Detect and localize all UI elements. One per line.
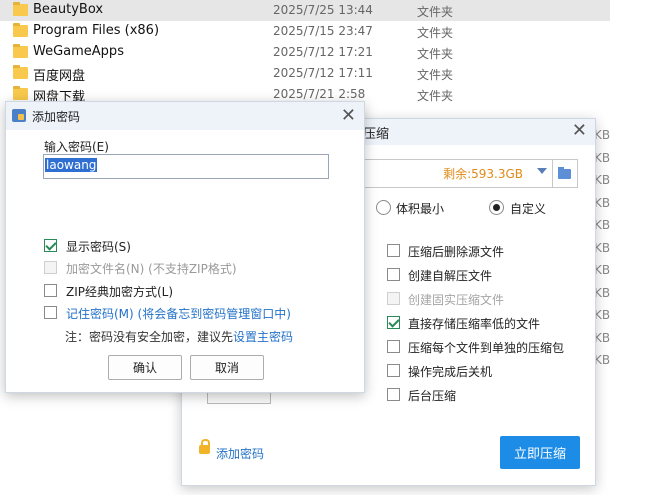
file-name: Program Files (x86) [33, 23, 160, 38]
file-size: KB [594, 195, 611, 210]
close-icon[interactable]: ✕ [572, 120, 587, 141]
password-dialog-title: 添加密码 [32, 110, 81, 124]
option-label: 压缩每个文件到单独的压缩包 [408, 341, 565, 355]
file-date: 2025/7/12 17:21 [273, 45, 373, 59]
file-size: KB [594, 308, 611, 322]
option-label: 创建固实压缩文件 [408, 293, 505, 307]
option-label: 直接存储压缩率低的文件 [408, 317, 541, 331]
separate-archives-checkbox[interactable] [387, 340, 400, 353]
ok-button[interactable]: 确认 [108, 355, 182, 380]
option-label: 记住密码(M) (将会备忘到密码管理窗口中) [66, 307, 291, 321]
file-size: KB [594, 150, 611, 165]
file-size: KB [594, 240, 611, 255]
file-size: KB [594, 285, 611, 300]
start-compress-button[interactable]: 立即压缩 [500, 436, 580, 469]
file-row[interactable]: WeGameApps 2025/7/12 17:21 文件夹 [0, 42, 610, 63]
mode-min-label: 体积最小 [396, 202, 445, 216]
folder-icon [558, 167, 571, 179]
browse-folder-button[interactable] [552, 160, 577, 187]
file-size: KB [594, 330, 611, 345]
file-type: 文件夹 [417, 5, 454, 19]
app-icon [12, 109, 26, 122]
file-type: 文件夹 [417, 47, 454, 61]
option-label: 创建自解压文件 [408, 269, 493, 283]
show-password-checkbox[interactable] [44, 239, 57, 252]
add-password-link[interactable]: 添加密码 [216, 445, 264, 462]
option-label: 后台压缩 [408, 389, 457, 403]
file-list: BeautyBox 2025/7/25 13:44 文件夹 Program Fi… [0, 0, 610, 105]
file-date: 2025/7/15 23:47 [273, 24, 373, 38]
solid-archive-checkbox [387, 292, 400, 305]
option-label: 显示密码(S) [66, 240, 131, 254]
file-size: KB [594, 128, 611, 142]
file-row[interactable]: Program Files (x86) 2025/7/15 23:47 文件夹 [0, 21, 610, 42]
option-label: 压缩后删除源文件 [408, 245, 505, 259]
folder-icon [13, 23, 28, 37]
password-value: laowang [45, 158, 98, 172]
cancel-button[interactable]: 取消 [190, 355, 264, 380]
password-input-label: 输入密码(E) [44, 140, 109, 154]
mode-custom-radio[interactable] [489, 200, 504, 215]
note-text: 注：密码没有安全加密，建议先 [65, 330, 234, 344]
file-type: 文件夹 [417, 26, 454, 40]
remember-password-checkbox[interactable] [44, 306, 57, 319]
delete-source-checkbox[interactable] [387, 244, 400, 257]
free-space-label: 剩余:593.3GB [443, 167, 523, 181]
password-note: 注：密码没有安全加密，建议先设置主密码 [65, 328, 293, 345]
folder-icon [13, 65, 28, 79]
store-low-ratio-checkbox[interactable] [387, 316, 400, 329]
folder-icon [13, 2, 28, 16]
password-input[interactable]: laowang [43, 154, 329, 179]
file-row[interactable]: BeautyBox 2025/7/25 13:44 文件夹 [0, 0, 610, 21]
file-date: 2025/7/21 2:58 [273, 87, 366, 101]
option-label: 加密文件名(N) (不支持ZIP格式) [66, 262, 237, 276]
encrypt-filenames-checkbox [44, 261, 57, 274]
add-password-dialog: 添加密码 ✕ 输入密码(E) laowang 显示密码(S) 加密文件名(N) … [5, 101, 365, 393]
mode-custom-label: 自定义 [510, 202, 547, 216]
file-size: KB [594, 353, 611, 367]
file-name: BeautyBox [33, 2, 104, 17]
folder-icon [13, 44, 28, 58]
file-size-column: KB KB KB KB KB KB KB KB KB KB KB [594, 128, 610, 376]
compress-dialog-title: 压缩 [363, 127, 390, 142]
file-row[interactable]: 百度网盘 2025/7/12 17:11 文件夹 [0, 63, 610, 84]
file-size: KB [594, 263, 611, 277]
file-type: 文件夹 [417, 89, 454, 103]
chevron-down-icon[interactable] [537, 168, 547, 174]
file-type: 文件夹 [417, 68, 454, 82]
file-name: WeGameApps [33, 44, 124, 59]
mode-min-radio[interactable] [376, 200, 391, 215]
password-dialog-header: 添加密码 ✕ [6, 102, 364, 130]
file-size: KB [594, 173, 611, 187]
set-master-password-link[interactable]: 设置主密码 [233, 330, 293, 344]
background-checkbox[interactable] [387, 388, 400, 401]
file-date: 2025/7/12 17:11 [273, 66, 373, 80]
self-extract-checkbox[interactable] [387, 268, 400, 281]
shutdown-checkbox[interactable] [387, 364, 400, 377]
option-label: ZIP经典加密方式(L) [66, 285, 174, 299]
option-label: 操作完成后关机 [408, 365, 493, 379]
close-icon[interactable]: ✕ [341, 105, 356, 126]
file-name: 百度网盘 [33, 69, 86, 84]
lock-icon [199, 439, 210, 454]
file-date: 2025/7/25 13:44 [273, 3, 373, 17]
folder-icon [13, 86, 28, 100]
file-size: KB [594, 218, 611, 232]
zip-classic-checkbox[interactable] [44, 284, 57, 297]
